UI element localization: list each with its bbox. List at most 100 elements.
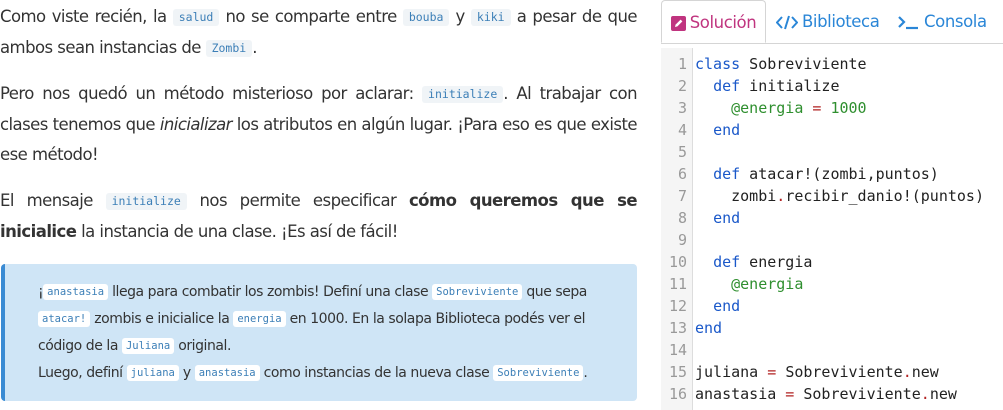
code-text: new — [929, 385, 957, 403]
keyword: def — [713, 165, 741, 183]
keyword: def — [713, 253, 741, 271]
operator: = — [803, 99, 831, 117]
instance-variable: @energia — [731, 99, 804, 117]
line-number: 4 — [677, 121, 687, 139]
line-number: 14 — [668, 341, 687, 359]
code-text: atacar!(zombi,puntos) — [740, 165, 939, 183]
line-number: 6 — [677, 165, 687, 183]
text: la instancia de una clase. ¡Es así de fá… — [76, 221, 398, 241]
tab-biblioteca[interactable]: Biblioteca — [775, 0, 880, 46]
inline-code-initialize: initialize — [105, 193, 187, 210]
text: Luego, definí — [38, 365, 127, 381]
exercise-callout: ¡ anastasia llega para combatir los zombi… — [1, 264, 637, 401]
emphasis-text: inicializar — [159, 114, 233, 134]
tab-label: Solución — [689, 13, 757, 32]
inline-code-bouba: bouba — [402, 9, 450, 26]
tab-label: Biblioteca — [802, 12, 880, 31]
code-text: juliana — [695, 363, 759, 381]
text: Como viste recién, la — [0, 7, 173, 26]
code-text: Sobreviviente — [803, 385, 921, 403]
keyword: class — [695, 55, 741, 73]
keyword: end — [713, 121, 741, 139]
inline-code-energia: energia — [233, 311, 286, 327]
text: que sepa — [522, 284, 587, 300]
line-number: 11 — [668, 275, 687, 293]
operator: = — [776, 385, 804, 403]
line-number: 5 — [677, 143, 687, 161]
tab-solucion[interactable]: Solución — [661, 0, 766, 43]
keyword: end — [713, 297, 741, 315]
tab-label: Consola — [924, 12, 987, 31]
text: zombis e inicialice la — [90, 311, 234, 327]
text: y — [178, 365, 195, 381]
line-number: 12 — [668, 297, 687, 315]
operator: . — [902, 363, 912, 381]
number-literal: 1000 — [830, 99, 867, 117]
line-number: 9 — [677, 231, 687, 249]
operator: = — [758, 363, 786, 381]
code-text: new — [911, 363, 939, 381]
editor-tabs: Solución Biblioteca Consola — [661, 0, 1003, 44]
inline-code-salud: salud — [172, 9, 220, 26]
operator: . — [776, 187, 786, 205]
code-editor[interactable]: 1 class Sobreviviente 2 def initialize 3 … — [661, 48, 1003, 410]
paragraph-2: Pero nos quedó un método misterioso por … — [0, 79, 638, 171]
paragraph-3: El mensaje initialize nos permite especi… — [0, 186, 638, 247]
line-number: 1 — [677, 55, 687, 73]
line-number: 10 — [668, 253, 687, 271]
inline-code-juliana: juliana — [126, 365, 179, 381]
inline-code-sobreviviente: Sobreviviente — [493, 365, 584, 381]
line-number: 15 — [668, 363, 687, 381]
inline-code-anastasia: anastasia — [43, 284, 109, 300]
inline-code-anastasia: anastasia — [194, 365, 260, 381]
text: El mensaje — [0, 191, 106, 210]
keyword: def — [713, 77, 741, 95]
line-number: 8 — [677, 209, 687, 227]
inline-code-initialize: initialize — [422, 86, 504, 103]
text: . — [583, 365, 588, 381]
inline-code-atacar: atacar! — [38, 311, 91, 327]
paragraph-1: Como viste recién, la salud no se compar… — [0, 2, 638, 63]
line-number: 13 — [668, 319, 687, 337]
inline-code-zombi: Zombi — [205, 39, 253, 57]
tab-divider — [661, 43, 1003, 44]
operator: . — [920, 385, 930, 403]
edit-icon — [670, 4, 686, 47]
text: y — [449, 7, 471, 26]
text: llega para combatir los zombis! Definí u… — [108, 284, 433, 300]
text: original. — [174, 338, 231, 354]
tab-consola[interactable]: Consola — [898, 0, 987, 43]
keyword: end — [695, 319, 723, 337]
code-text: Sobreviviente — [740, 55, 867, 73]
line-number: 16 — [668, 385, 687, 403]
text: nos permite especificar — [186, 191, 409, 210]
code-text: energia — [740, 253, 813, 271]
code-text: recibir_danio!(puntos) — [785, 187, 984, 205]
inline-code-sobreviviente: Sobreviviente — [432, 284, 523, 300]
instance-variable: @energia — [731, 275, 804, 293]
line-number: 2 — [677, 77, 687, 95]
inline-code-kiki: kiki — [470, 9, 511, 26]
keyword: end — [713, 209, 741, 227]
text: como instancias de la nueva clase — [259, 365, 494, 381]
text: no se comparte entre — [219, 7, 403, 26]
code-text: initialize — [740, 77, 840, 95]
code-text: anastasia — [695, 385, 777, 403]
code-icon — [775, 3, 799, 46]
code-text: Sobreviviente — [785, 363, 903, 381]
terminal-icon — [898, 3, 920, 46]
line-number: 7 — [677, 187, 687, 205]
line-number: 3 — [677, 99, 687, 117]
exercise-text: ¡ anastasia llega para combatir los zombi… — [38, 279, 616, 387]
text: . — [252, 37, 257, 57]
text: Pero nos quedó un método misterioso por … — [0, 84, 423, 103]
